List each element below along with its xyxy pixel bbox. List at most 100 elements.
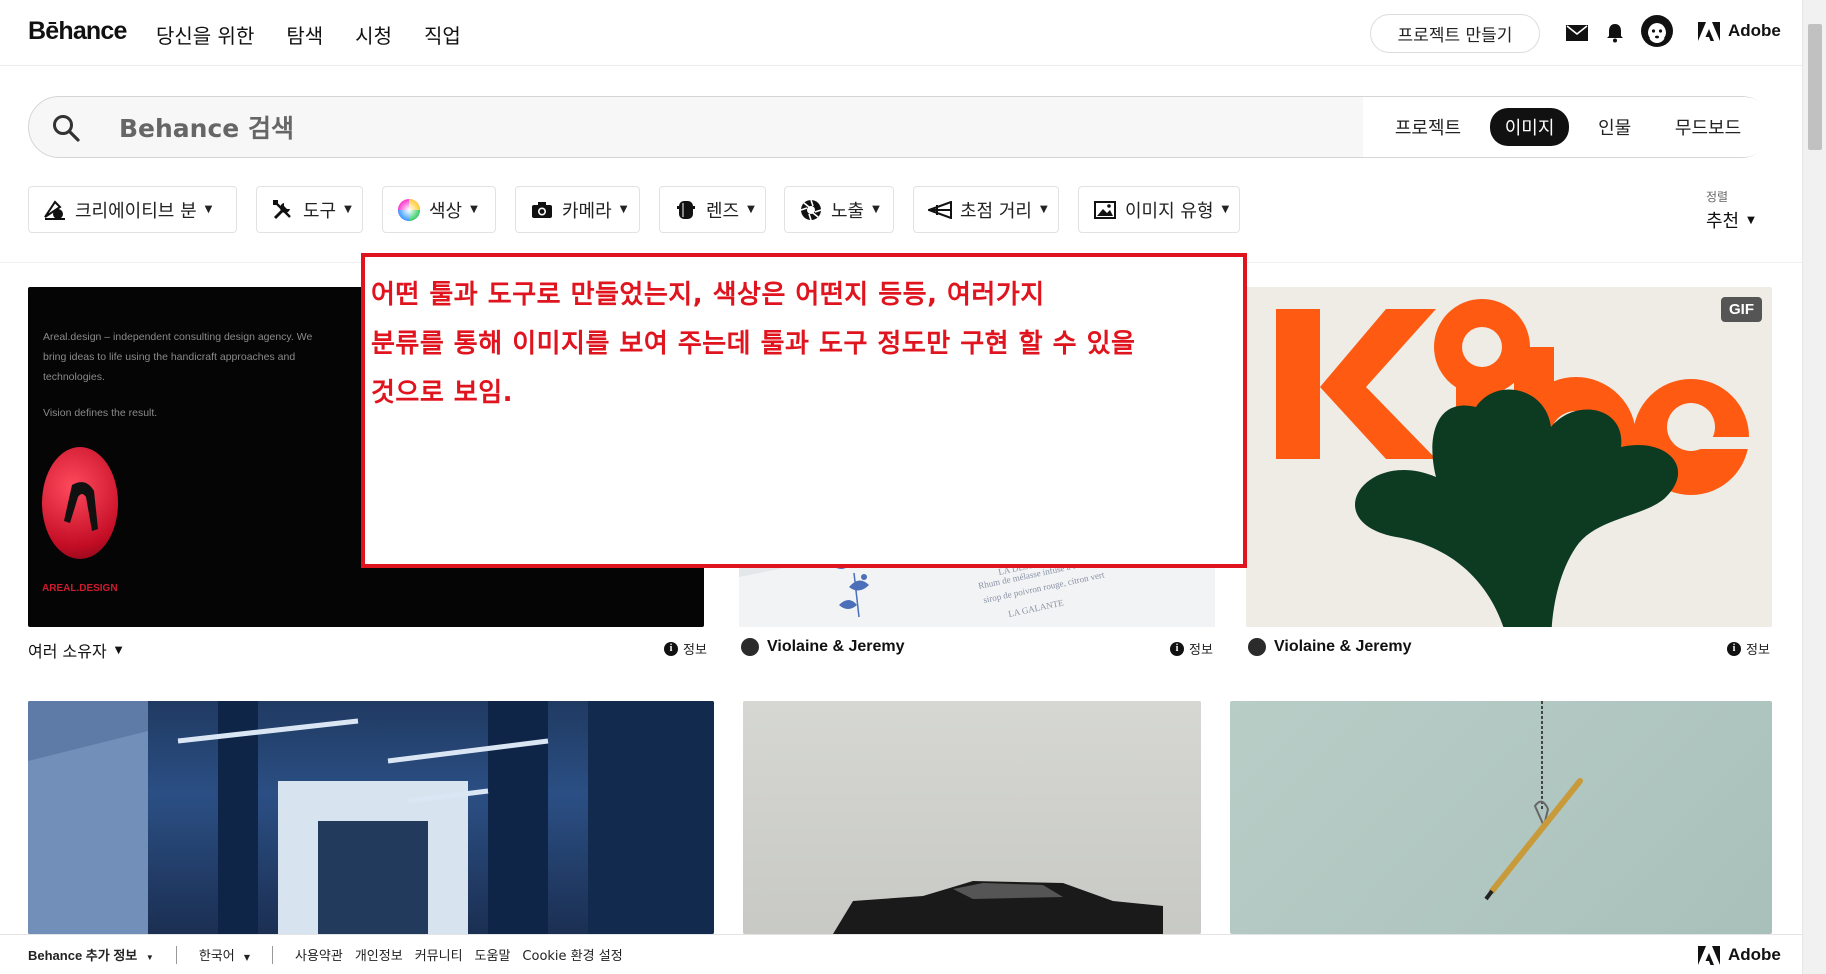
chevron-down-icon: ▼ xyxy=(1747,214,1755,226)
filter-camera[interactable]: 카메라 ▼ xyxy=(515,186,640,233)
sort-value[interactable]: 추천 ▼ xyxy=(1706,207,1755,233)
info-icon: i xyxy=(664,641,678,656)
chevron-down-icon: ▼ xyxy=(619,204,628,215)
nav-link-for-you[interactable]: 당신을 위한 xyxy=(156,20,254,49)
footer-divider xyxy=(175,945,177,964)
adobe-brand[interactable]: Adobe xyxy=(1698,21,1781,41)
owner-name: Violaine & Jeremy xyxy=(1274,638,1412,655)
search-type-tabs: 프로젝트 이미지 인물 무드보드 xyxy=(1363,97,1773,157)
footer-link-terms[interactable]: 사용약관 xyxy=(295,945,343,964)
chevron-down-icon: ▼ xyxy=(872,204,880,215)
adobe-brand-footer[interactable]: Adobe xyxy=(1698,945,1781,965)
chevron-down-icon: ▼ xyxy=(1039,204,1048,215)
top-navigation: Bēhance 당신을 위한 탐색 시청 직업 프로젝트 만들기 Adobe xyxy=(0,0,1802,66)
footer-divider xyxy=(272,945,273,964)
main-nav-links: 당신을 위한 탐색 시청 직업 xyxy=(156,20,461,49)
adobe-label: Adobe xyxy=(1728,21,1781,40)
filter-tools[interactable]: 도구 ▼ xyxy=(256,186,363,233)
info-label: 정보 xyxy=(1746,643,1770,658)
footer-more-info[interactable]: Behance 추가 정보 ▼ xyxy=(28,945,154,964)
card-info-button[interactable]: i 정보 xyxy=(1170,639,1213,658)
adobe-logo-icon xyxy=(1698,21,1720,41)
areal-brand-text: AREAL.DESIGN xyxy=(42,583,118,594)
filter-image-type[interactable]: 이미지 유형 ▼ xyxy=(1078,186,1240,233)
aperture-icon xyxy=(799,198,823,222)
filter-exposure-label: 노출 xyxy=(831,200,865,222)
camera-icon xyxy=(530,198,554,222)
nav-link-watch[interactable]: 시청 xyxy=(355,20,392,49)
caption-line: technologies. xyxy=(43,371,105,383)
chevron-down-icon: ▼ xyxy=(243,953,250,962)
focal-length-icon xyxy=(928,198,952,222)
filter-lens-label: 렌즈 xyxy=(706,200,740,222)
filter-creative-field-label: 크리에이티브 분 xyxy=(75,200,197,222)
adobe-label: Adobe xyxy=(1728,945,1781,964)
filter-exposure[interactable]: 노출 ▼ xyxy=(784,186,894,233)
create-project-button[interactable]: 프로젝트 만들기 xyxy=(1370,14,1540,53)
tab-images[interactable]: 이미지 xyxy=(1489,108,1570,146)
caption-line: Areal.design – independent consulting de… xyxy=(43,331,313,343)
footer: Behance 추가 정보 ▼ 한국어 ▼ 사용약관 개인정보 커뮤니티 도움말… xyxy=(0,934,1802,974)
nav-link-jobs[interactable]: 직업 xyxy=(424,20,461,49)
image-card-hanging-pen[interactable] xyxy=(1230,701,1772,934)
footer-link-cookie-settings[interactable]: Cookie 환경 설정 xyxy=(522,945,622,964)
behance-logo[interactable]: Bēhance xyxy=(28,17,127,46)
chevron-down-icon: ▼ xyxy=(145,953,154,962)
search-input[interactable] xyxy=(91,107,1291,149)
red-sphere-graphic xyxy=(42,447,118,559)
filter-image-type-label: 이미지 유형 xyxy=(1125,200,1214,222)
footer-link-privacy[interactable]: 개인정보 xyxy=(355,945,403,964)
chevron-down-icon: ▼ xyxy=(114,644,123,656)
annotation-text: 어떤 툴과 도구로 만들었는지, 색상은 어떤지 등등, 여러가지 분류를 통해… xyxy=(371,280,1136,408)
creative-field-icon xyxy=(43,198,67,222)
caption-line: Vision defines the result. xyxy=(43,407,158,419)
owner-avatar xyxy=(1248,638,1266,656)
mail-icon[interactable] xyxy=(1564,20,1590,46)
footer-link-community[interactable]: 커뮤니티 xyxy=(415,945,463,964)
card-owner-violaine-jeremy[interactable]: Violaine & Jeremy xyxy=(741,638,905,656)
adobe-logo-icon xyxy=(1698,945,1720,965)
tools-icon xyxy=(271,198,295,222)
info-icon: i xyxy=(1170,641,1184,656)
annotation-box: 어떤 툴과 도구로 만들었는지, 색상은 어떤지 등등, 여러가지 분류를 통해… xyxy=(361,253,1247,568)
filter-creative-field[interactable]: 크리에이티브 분 ▼ xyxy=(28,186,237,233)
card-owner-violaine-jeremy[interactable]: Violaine & Jeremy xyxy=(1248,638,1412,656)
search-bar: 프로젝트 이미지 인물 무드보드 xyxy=(28,96,1773,158)
card-info-button[interactable]: i 정보 xyxy=(664,639,707,658)
chevron-down-icon: ▼ xyxy=(470,204,478,215)
filter-lens[interactable]: 렌즈 ▼ xyxy=(659,186,766,233)
gif-badge: GIF xyxy=(1721,297,1762,322)
filter-focal-length-label: 초점 거리 xyxy=(960,200,1032,222)
caption-line: bring ideas to life using the handicraft… xyxy=(43,351,296,363)
card-info-button[interactable]: i 정보 xyxy=(1727,639,1770,658)
notification-bell-icon[interactable] xyxy=(1602,20,1628,46)
image-caption-text: Areal.design – independent consulting de… xyxy=(43,327,403,423)
info-label: 정보 xyxy=(1189,643,1213,658)
tab-people[interactable]: 인물 xyxy=(1583,108,1646,146)
sort-control[interactable]: 정렬 추천 ▼ xyxy=(1706,188,1755,233)
scrollbar-thumb[interactable] xyxy=(1808,24,1822,150)
chevron-down-icon: ▼ xyxy=(344,204,352,215)
lens-icon xyxy=(674,198,698,222)
footer-language-select[interactable]: 한국어 ▼ xyxy=(199,945,250,964)
footer-more-label: Behance 추가 정보 xyxy=(28,948,138,963)
footer-link-help[interactable]: 도움말 xyxy=(475,945,511,964)
image-card-sports-car[interactable] xyxy=(743,701,1201,934)
tab-moodboards[interactable]: 무드보드 xyxy=(1660,108,1756,146)
image-card-office-interior[interactable] xyxy=(28,701,714,934)
sort-label: 정렬 xyxy=(1706,190,1729,204)
page-scrollbar[interactable] xyxy=(1802,0,1826,974)
image-card-kobe[interactable]: GIF xyxy=(1246,287,1772,627)
nav-link-explore[interactable]: 탐색 xyxy=(286,20,323,49)
info-label: 정보 xyxy=(683,643,707,658)
sort-value-text: 추천 xyxy=(1706,211,1740,232)
filter-focal-length[interactable]: 초점 거리 ▼ xyxy=(913,186,1059,233)
filter-color[interactable]: 색상 ▼ xyxy=(382,186,496,233)
card-owner-multi[interactable]: 여러 소유자 ▼ xyxy=(28,638,122,662)
owner-label: 여러 소유자 xyxy=(28,642,107,661)
color-wheel-icon xyxy=(397,198,421,222)
tab-projects[interactable]: 프로젝트 xyxy=(1380,108,1476,146)
info-icon: i xyxy=(1727,641,1741,656)
image-type-icon xyxy=(1093,198,1117,222)
user-avatar[interactable] xyxy=(1641,15,1673,47)
